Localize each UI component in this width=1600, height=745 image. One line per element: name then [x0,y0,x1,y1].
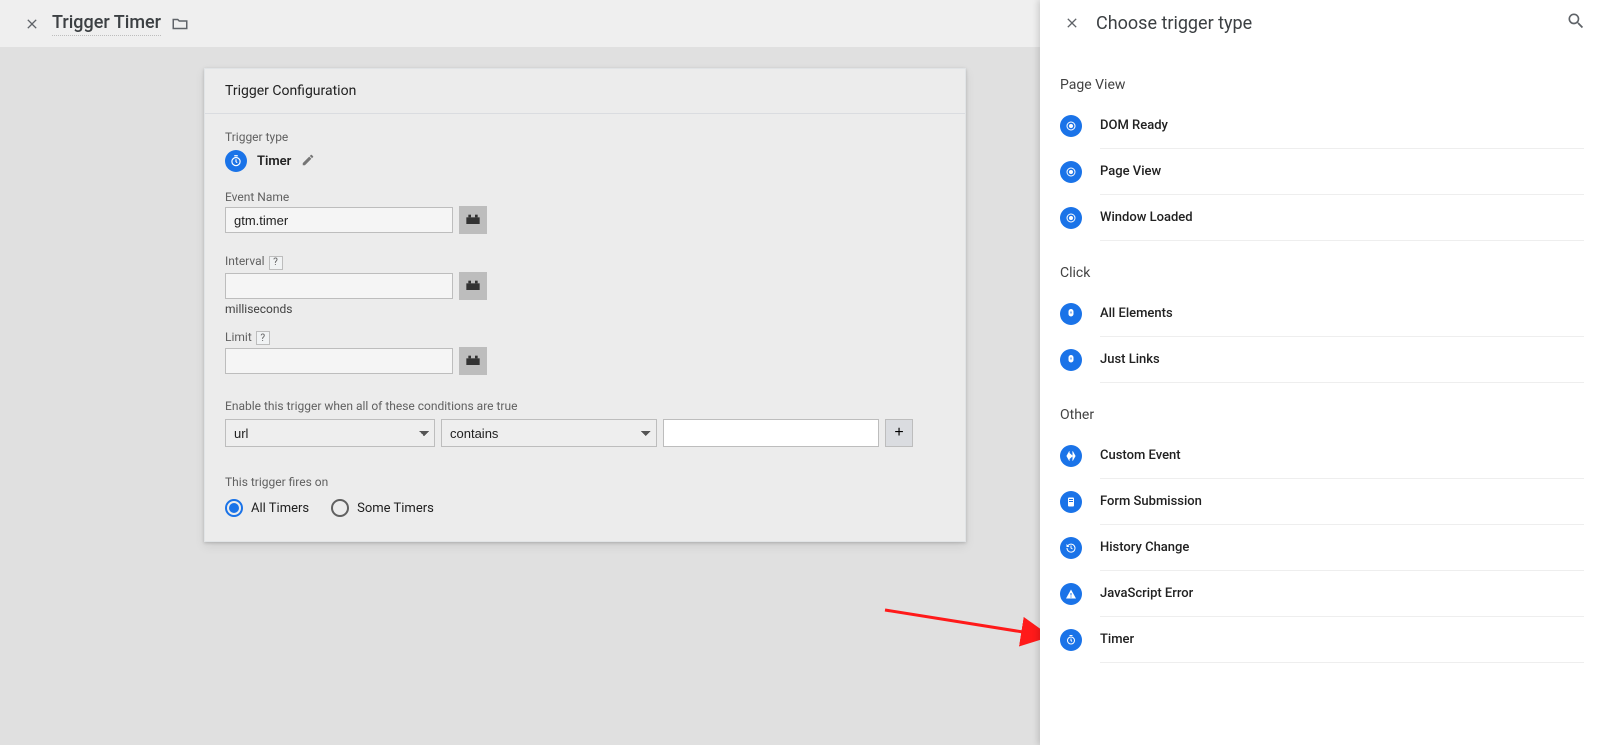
radio-unselected-icon [331,499,349,517]
trigger-type-option[interactable]: Just Links [1100,337,1584,383]
event-name-input[interactable] [225,207,453,233]
radio-some-timers-label: Some Timers [357,501,434,516]
group-label: Click [1060,265,1584,281]
fires-on-label: This trigger fires on [225,475,945,489]
interval-label: Interval? [225,254,945,270]
edit-trigger-type-icon[interactable] [301,152,315,171]
trigger-type-option[interactable]: All Elements [1100,291,1584,337]
limit-label: Limit? [225,330,945,346]
trigger-type-option-label: DOM Ready [1100,118,1168,133]
limit-variable-button[interactable] [459,347,487,375]
drawer-title: Choose trigger type [1096,13,1252,34]
javascript-error-icon [1060,583,1082,605]
group-label: Other [1060,407,1584,423]
radio-all-timers-label: All Timers [251,501,309,516]
close-icon[interactable] [18,10,46,38]
trigger-type-row: Timer [225,150,945,172]
condition-value-input[interactable] [663,419,879,447]
condition-variable-select[interactable]: url [225,419,435,447]
trigger-type-drawer: Choose trigger type Page View DOM Ready Pa… [1040,0,1600,745]
trigger-type-option-label: Just Links [1100,352,1160,367]
trigger-type-option[interactable]: Custom Event [1100,433,1584,479]
interval-variable-button[interactable] [459,272,487,300]
trigger-type-option[interactable]: DOM Ready [1100,103,1584,149]
limit-input[interactable] [225,348,453,374]
timer-icon [1060,629,1082,651]
condition-row: url contains + [225,419,945,447]
drawer-header: Choose trigger type [1040,0,1600,47]
event-name-label: Event Name [225,190,945,204]
trigger-type-option[interactable]: Timer [1100,617,1584,663]
limit-help-icon[interactable]: ? [256,331,270,345]
group-label: Page View [1060,77,1584,93]
all-elements-icon [1060,303,1082,325]
trigger-type-option-label: Page View [1100,164,1161,179]
radio-some-timers[interactable]: Some Timers [331,499,434,517]
trigger-type-option-label: History Change [1100,540,1189,555]
folder-icon[interactable] [171,15,189,33]
window-loaded-icon [1060,207,1082,229]
dom-ready-icon [1060,115,1082,137]
topbar: Trigger Timer [0,0,1040,47]
history-change-icon [1060,537,1082,559]
radio-selected-icon [225,499,243,517]
trigger-config-card: Trigger Configuration Trigger type Timer… [204,68,966,542]
trigger-type-option-label: Timer [1100,632,1134,647]
radio-all-timers[interactable]: All Timers [225,499,309,517]
drawer-close-icon[interactable] [1058,9,1086,37]
custom-event-icon [1060,445,1082,467]
condition-operator-select[interactable]: contains [441,419,657,447]
trigger-type-option-label: Form Submission [1100,494,1202,509]
add-condition-button[interactable]: + [885,419,913,447]
trigger-type-option-label: Custom Event [1100,448,1181,463]
trigger-type-option[interactable]: Window Loaded [1100,195,1584,241]
trigger-type-option-label: JavaScript Error [1100,586,1193,601]
trigger-type-option-label: All Elements [1100,306,1173,321]
card-header: Trigger Configuration [205,69,965,114]
timer-icon [225,150,247,172]
trigger-type-option[interactable]: JavaScript Error [1100,571,1584,617]
trigger-type-label: Trigger type [225,130,945,144]
page-title[interactable]: Trigger Timer [52,12,161,36]
interval-input[interactable] [225,273,453,299]
interval-help-icon[interactable]: ? [269,256,283,270]
trigger-type-option[interactable]: History Change [1100,525,1584,571]
page-view-icon [1060,161,1082,183]
trigger-type-option[interactable]: Page View [1100,149,1584,195]
trigger-type-option-label: Window Loaded [1100,210,1193,225]
just-links-icon [1060,349,1082,371]
event-name-variable-button[interactable] [459,206,487,234]
conditions-label: Enable this trigger when all of these co… [225,399,945,413]
fires-on-radios: All Timers Some Timers [225,499,945,517]
interval-unit: milliseconds [225,302,945,316]
form-submission-icon [1060,491,1082,513]
trigger-type-name: Timer [257,154,291,169]
trigger-type-option[interactable]: Form Submission [1100,479,1584,525]
search-icon[interactable] [1566,11,1586,35]
